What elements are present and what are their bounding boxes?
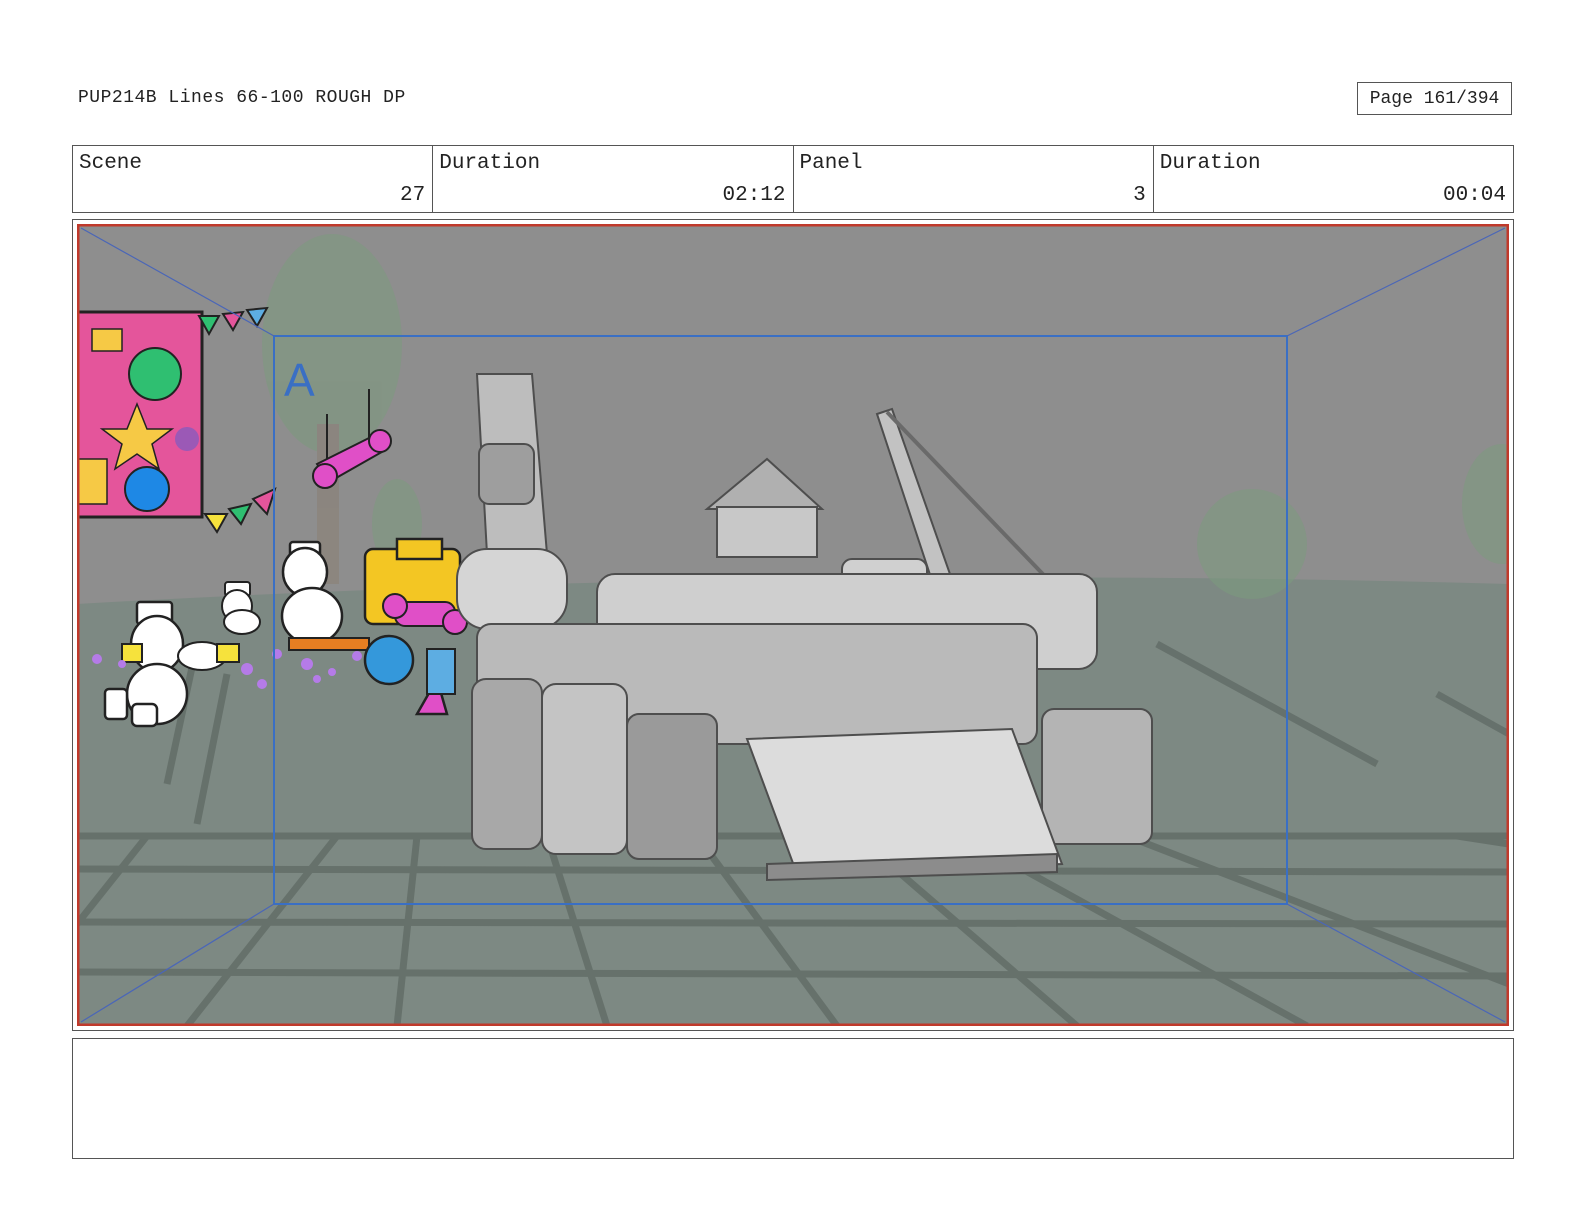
document-title: PUP214B Lines 66-100 ROUGH DP (78, 88, 406, 108)
scene-duration-value: 02:12 (722, 184, 786, 207)
panel-value: 3 (1133, 184, 1146, 207)
storyboard-panel: A (72, 219, 1514, 1031)
panel-duration-cell: Duration 00:04 (1154, 146, 1513, 212)
scene-duration-cell: Duration 02:12 (433, 146, 794, 212)
field-marker-label: A (284, 354, 315, 406)
party-poster (77, 310, 204, 519)
scene-label: Scene (79, 152, 143, 175)
blue-balloon (363, 634, 415, 686)
panel-duration-value: 00:04 (1442, 184, 1506, 207)
panel-duration-label: Duration (1159, 152, 1261, 175)
panel-label: Panel (799, 152, 863, 175)
scene-value: 27 (400, 184, 426, 207)
panel-artwork: A (77, 224, 1509, 1026)
notes-area (72, 1038, 1514, 1159)
panel-cell: Panel 3 (794, 146, 1154, 212)
scene-cell: Scene 27 (73, 146, 434, 212)
page-number: Page 161/394 (1357, 82, 1512, 115)
scene-duration-label: Duration (439, 152, 541, 175)
scene-info-table: Scene 27 Duration 02:12 Panel 3 Duration… (72, 145, 1514, 213)
blue-gift (426, 648, 456, 695)
orange-board (288, 637, 370, 651)
